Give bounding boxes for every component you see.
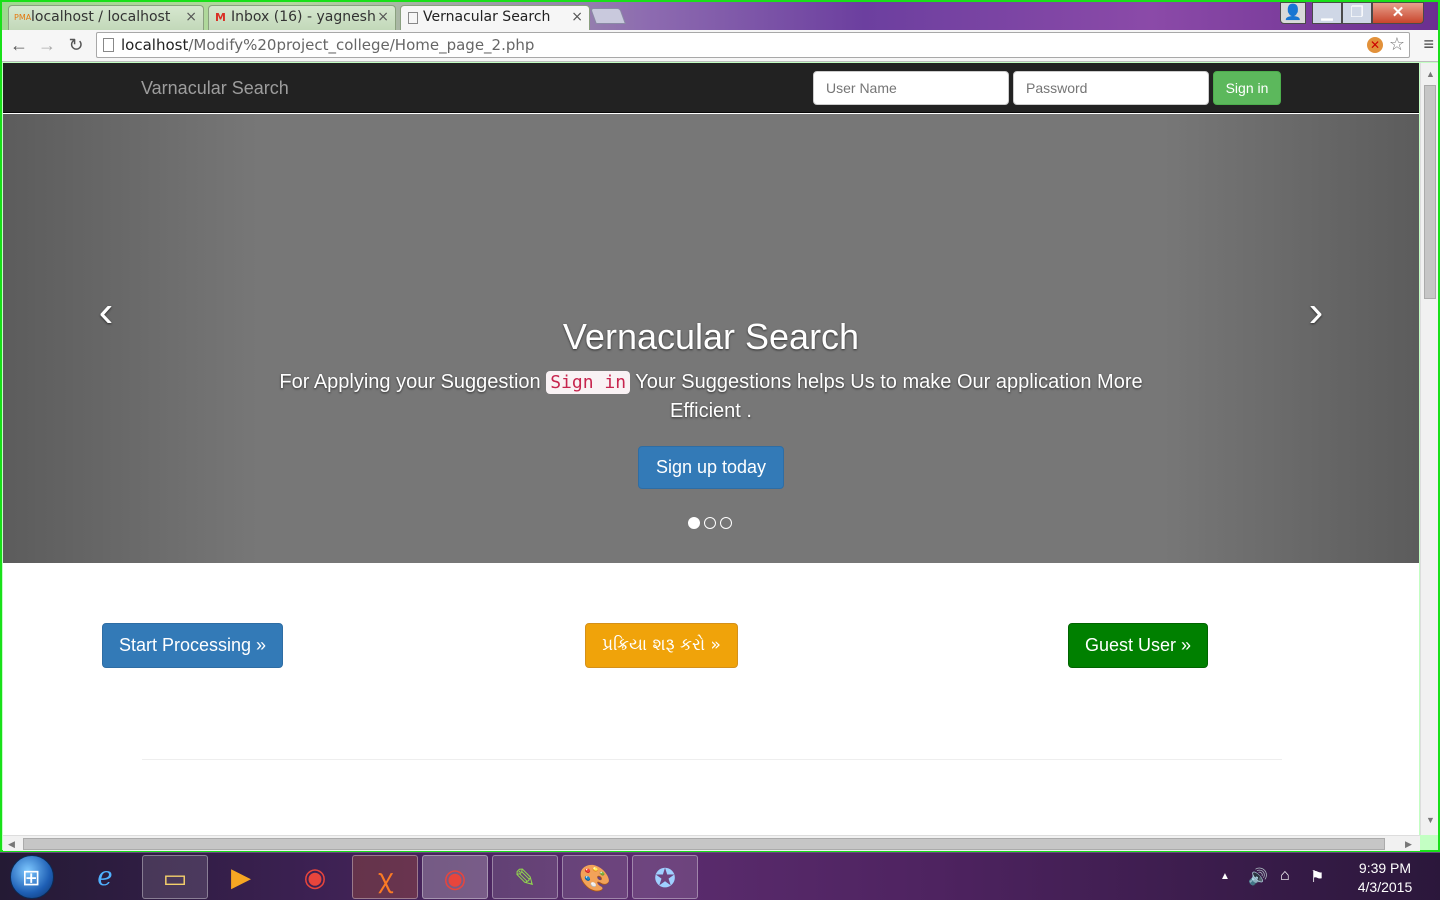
- vertical-scrollbar[interactable]: ▲ ▼: [1420, 63, 1438, 835]
- gmail-icon: M: [215, 11, 226, 24]
- indicator-3[interactable]: [720, 517, 732, 529]
- sign-up-button[interactable]: Sign up today: [637, 446, 785, 489]
- media-player-icon[interactable]: ▶: [208, 855, 274, 899]
- indicator-1[interactable]: [688, 517, 700, 529]
- chrome-active-icon[interactable]: ◉: [422, 855, 488, 899]
- start-button[interactable]: ⊞: [10, 855, 54, 899]
- close-window-button[interactable]: ✕: [1372, 2, 1424, 24]
- browser-window: PMA localhost / localhost × M Inbox (16)…: [0, 0, 1440, 852]
- xampp-icon[interactable]: ꭓ: [352, 855, 418, 899]
- password-input[interactable]: [1013, 71, 1209, 105]
- tab-close-icon[interactable]: ×: [185, 6, 197, 28]
- page-icon: [408, 12, 418, 24]
- phpmyadmin-icon: PMA: [14, 13, 32, 22]
- tab-label: Vernacular Search: [423, 9, 551, 25]
- taskbar-clock[interactable]: 9:39 PM 4/3/2015: [1340, 859, 1430, 897]
- screen: PMA localhost / localhost × M Inbox (16)…: [0, 0, 1440, 900]
- reload-icon[interactable]: ↻: [65, 34, 87, 56]
- carousel-next-icon[interactable]: ›: [1301, 290, 1331, 334]
- menu-icon[interactable]: ≡: [1423, 34, 1434, 55]
- address-bar[interactable]: localhost/Modify%20project_college/Home_…: [96, 32, 1410, 58]
- url-path: /Modify%20project_college/Home_page_2.ph…: [188, 36, 535, 54]
- tray-arrow-icon[interactable]: ▲: [1220, 871, 1230, 882]
- action-center-flag-icon[interactable]: ⚑: [1310, 867, 1324, 887]
- tab-label: localhost / localhost: [31, 9, 171, 25]
- guest-user-button[interactable]: Guest User »: [1068, 623, 1208, 668]
- file-explorer-icon[interactable]: ▭: [142, 855, 208, 899]
- tab-close-icon[interactable]: ×: [571, 6, 583, 28]
- tab-phpmyadmin[interactable]: PMA localhost / localhost ×: [8, 5, 204, 30]
- volume-icon[interactable]: 🔊: [1248, 867, 1268, 887]
- back-arrow-icon[interactable]: ←: [8, 34, 30, 56]
- chrome-icon[interactable]: ◉: [282, 855, 348, 899]
- caption-code: Sign in: [546, 371, 631, 394]
- page-icon: [103, 38, 114, 52]
- vertical-scroll-thumb[interactable]: [1424, 85, 1436, 299]
- carousel-text: For Applying your Suggestion Sign in You…: [271, 368, 1151, 426]
- scroll-right-icon[interactable]: ▶: [1405, 839, 1412, 850]
- user-icon[interactable]: 👤: [1280, 2, 1306, 24]
- caption-text-before: For Applying your Suggestion: [279, 371, 541, 393]
- tab-vernacular-search[interactable]: Vernacular Search ×: [400, 5, 590, 30]
- tab-strip: PMA localhost / localhost × M Inbox (16)…: [2, 2, 1438, 30]
- horizontal-scrollbar[interactable]: ◀ ▶: [3, 835, 1420, 851]
- windows-logo-icon: ⊞: [22, 865, 41, 890]
- carousel-caption: Vernacular Search For Applying your Sugg…: [203, 316, 1219, 489]
- tab-gmail[interactable]: M Inbox (16) - yagnesh ×: [208, 5, 396, 30]
- scroll-down-icon[interactable]: ▼: [1426, 815, 1435, 825]
- gujarati-start-button[interactable]: પ્રક્રિયા શરૂ કરો »: [585, 623, 738, 668]
- page-viewport: Varnacular Search Sign in ‹ › Vernacular…: [3, 63, 1419, 835]
- safari-icon[interactable]: ✪: [632, 855, 698, 899]
- clock-time: 9:39 PM: [1358, 860, 1412, 876]
- network-icon[interactable]: ⌂: [1280, 867, 1290, 885]
- horizontal-scroll-thumb[interactable]: [23, 838, 1385, 850]
- internet-explorer-icon[interactable]: e: [72, 855, 138, 899]
- site-navbar: Varnacular Search Sign in: [3, 63, 1419, 113]
- tab-label: Inbox (16) - yagnesh: [231, 9, 376, 25]
- new-tab-button[interactable]: [590, 8, 626, 24]
- sign-in-button[interactable]: Sign in: [1213, 71, 1281, 105]
- bookmark-star-icon[interactable]: ☆: [1389, 33, 1405, 57]
- start-processing-button[interactable]: Start Processing »: [102, 623, 283, 668]
- forward-arrow-icon[interactable]: →: [36, 34, 58, 56]
- indicator-2[interactable]: [704, 517, 716, 529]
- carousel-heading: Vernacular Search: [562, 316, 860, 357]
- extension-blocked-icon[interactable]: ✕: [1367, 37, 1383, 53]
- windows-taskbar: ⊞ e ▭ ▶ ◉ ꭓ ◉ ✎ 🎨 ✪ ▲ 🔊 ⌂ ⚑ 9:39 PM 4/3/…: [0, 852, 1440, 900]
- hero-carousel: ‹ › Vernacular Search For Applying your …: [3, 114, 1419, 563]
- browser-toolbar: ← → ↻ localhost/Modify%20project_college…: [2, 30, 1438, 62]
- carousel-indicators: [688, 516, 736, 530]
- username-input[interactable]: [813, 71, 1009, 105]
- brand-link[interactable]: Varnacular Search: [141, 78, 289, 99]
- clock-date: 4/3/2015: [1357, 879, 1413, 895]
- paint-icon[interactable]: 🎨: [562, 855, 628, 899]
- divider: [142, 759, 1282, 760]
- caption-text-after: Your Suggestions helps Us to make Our ap…: [635, 371, 1143, 422]
- scroll-up-icon[interactable]: ▲: [1426, 69, 1435, 79]
- maximize-button[interactable]: ❐: [1342, 2, 1372, 24]
- tab-close-icon[interactable]: ×: [377, 6, 389, 28]
- scroll-left-icon[interactable]: ◀: [8, 839, 15, 850]
- minimize-button[interactable]: ▁: [1312, 2, 1342, 24]
- notepad-plus-icon[interactable]: ✎: [492, 855, 558, 899]
- carousel-prev-icon[interactable]: ‹: [91, 290, 121, 334]
- url-host: localhost: [121, 36, 189, 54]
